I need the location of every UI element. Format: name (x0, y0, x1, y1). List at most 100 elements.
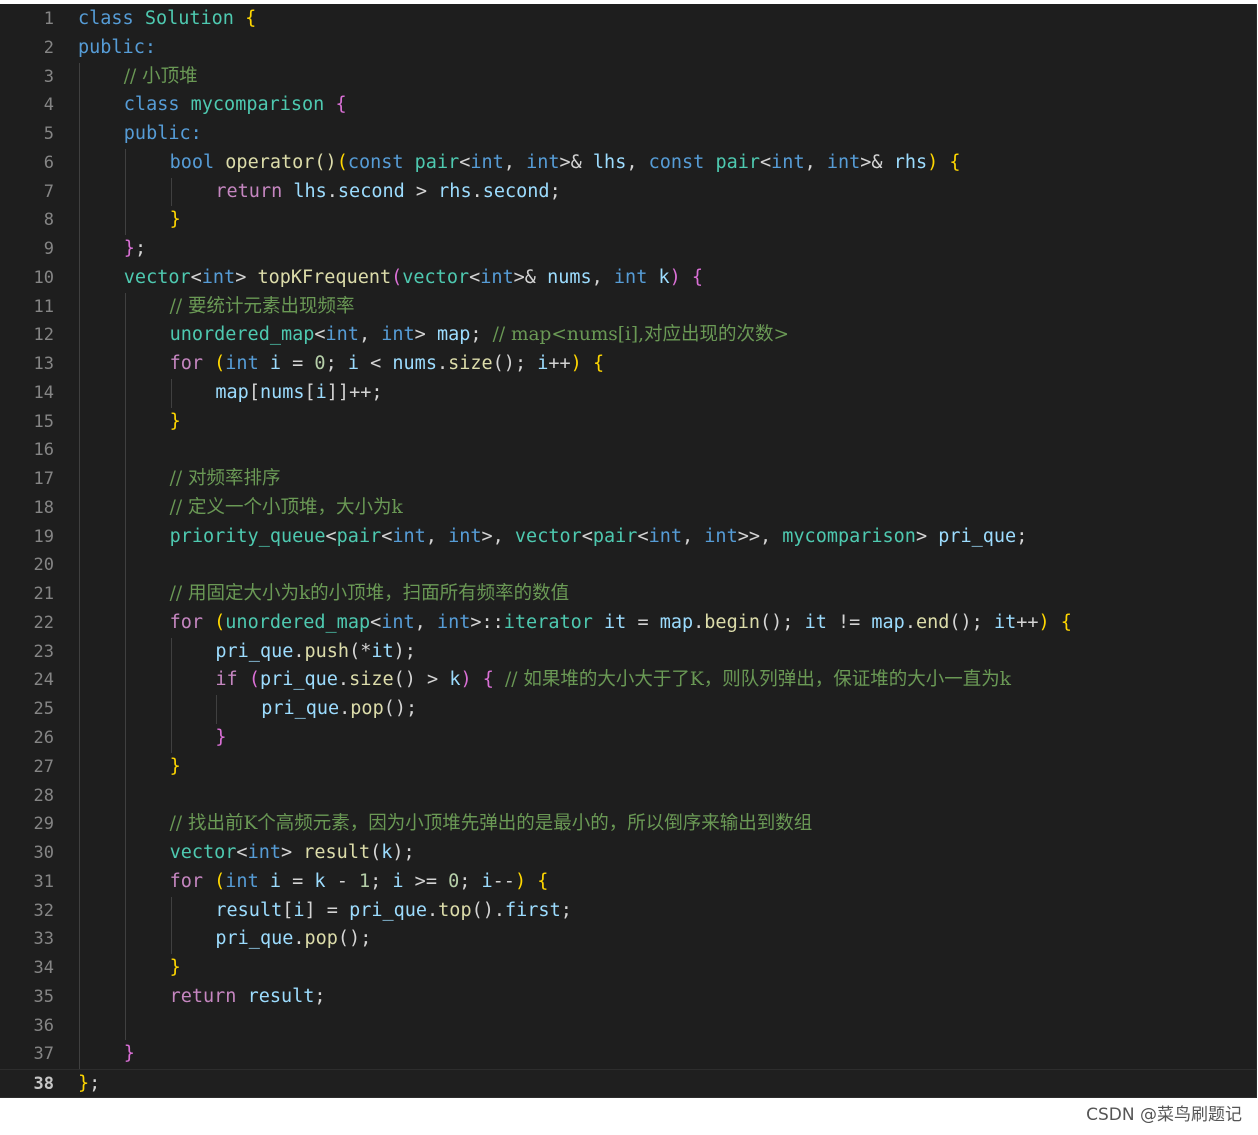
code-line[interactable]: 13 for (int i = 0; i < nums.size(); i++) … (0, 350, 1256, 379)
code-token: 1 (358, 870, 371, 892)
code-line[interactable]: 27} (0, 753, 1256, 782)
line-number: 36 (33, 1015, 54, 1036)
code-line[interactable]: 33 pri_que.pop(); (0, 925, 1256, 954)
code-line[interactable]: 15} (0, 408, 1256, 437)
code-text: result[i] = pri_que.top().first; (215, 897, 571, 926)
code-line[interactable]: 12 unordered_map<int, int> map; // map<nu… (0, 321, 1256, 350)
code-line[interactable]: 35 return result; (0, 983, 1256, 1012)
code-line[interactable]: 8} (0, 206, 1256, 235)
code-line[interactable]: 5 public: (0, 120, 1256, 149)
code-line[interactable]: 14 map[nums[i]]++; (0, 379, 1256, 408)
line-number: 23 (33, 641, 54, 662)
code-token: ; (459, 870, 482, 892)
code-token: , (804, 151, 827, 173)
code-token: . (326, 180, 338, 202)
code-token: . (471, 180, 483, 202)
line-number: 10 (33, 267, 54, 288)
indent-guide (124, 292, 126, 1041)
code-line[interactable]: 30 vector<int> result(k); (0, 839, 1256, 868)
code-line[interactable]: 4 class mycomparison { (0, 91, 1256, 120)
code-token: } (123, 1043, 135, 1065)
code-token: it (993, 611, 1017, 633)
code-token: k (449, 669, 461, 691)
code-text: // 用固定大小为k的小顶堆，扫面所有频率的数值 (170, 580, 570, 609)
code-line[interactable]: 24 if (pri_que.size() > k) { // 如果堆的大小大于了… (0, 666, 1256, 695)
code-token: it (604, 611, 627, 633)
code-line[interactable]: 11 // 要统计元素出现频率 (0, 293, 1256, 322)
code-token: it (804, 611, 827, 633)
code-line[interactable]: 26} (0, 724, 1256, 753)
code-token: result (215, 899, 283, 921)
code-line[interactable]: 6 bool operator()(const pair<int, int>& l… (0, 149, 1256, 178)
code-line[interactable]: 36 (0, 1012, 1256, 1041)
code-line[interactable]: 17 // 对频率排序 (0, 465, 1256, 494)
code-line[interactable]: 19 priority_queue<pair<int, int>, vector<… (0, 523, 1256, 552)
code-text: bool operator()(const pair<int, int>& lh… (170, 149, 961, 178)
code-line[interactable]: 20 (0, 551, 1256, 580)
line-number: 9 (43, 239, 54, 260)
code-line[interactable]: 7 return lhs.second > rhs.second; (0, 178, 1256, 207)
code-line[interactable]: 34} (0, 954, 1256, 983)
code-token: ; (134, 238, 147, 260)
code-token: } (169, 755, 181, 777)
code-token: i (392, 870, 404, 892)
code-token: nums (259, 381, 305, 403)
code-line[interactable]: 25 pri_que.pop(); (0, 695, 1256, 724)
code-line[interactable]: 21 // 用固定大小为k的小顶堆，扫面所有频率的数值 (0, 580, 1256, 609)
code-token: { (335, 94, 347, 116)
code-token: int (392, 525, 426, 547)
code-text: } (170, 206, 181, 235)
code-token: i (537, 353, 549, 375)
line-number: 22 (33, 612, 54, 633)
code-line[interactable]: 2 public: (0, 34, 1256, 63)
code-token: ; (314, 985, 326, 1007)
code-token: int (826, 151, 861, 173)
code-token: (* (349, 640, 372, 662)
line-number: 5 (43, 124, 54, 145)
code-token: { (537, 870, 549, 892)
code-token: first (505, 899, 561, 921)
code-line[interactable]: 28 (0, 782, 1256, 811)
code-token: for (169, 870, 204, 892)
code-line[interactable]: 16 (0, 436, 1256, 465)
code-line[interactable]: 9}; (0, 235, 1256, 264)
code-line[interactable]: 38}; (0, 1069, 1256, 1098)
code-token: 0 (314, 353, 326, 375)
code-token: } (169, 209, 181, 231)
code-token: // 如果堆的大小大于了K，则队列弹出，保证堆的大小一直为k (505, 669, 1011, 691)
code-line[interactable]: 29 // 找出前K个高频元素，因为小顶堆先弹出的是最小的，所以倒序来输出到数组 (0, 810, 1256, 839)
code-token: ( (214, 611, 226, 633)
code-line[interactable]: 3 // 小顶堆 (0, 63, 1256, 92)
code-token: int (436, 611, 471, 633)
code-token: >>, (737, 525, 783, 547)
code-token: >, (481, 525, 515, 547)
code-text: } (170, 753, 181, 782)
code-line[interactable]: 32 result[i] = pri_que.top().first; (0, 897, 1256, 926)
code-line[interactable]: 1 class Solution { (0, 5, 1256, 34)
code-text: pri_que.pop(); (215, 925, 371, 954)
code-line[interactable]: 23 pri_que.push(*it); (0, 638, 1256, 667)
code-token: rhs (438, 180, 472, 202)
code-text: pri_que.pop(); (261, 695, 417, 724)
line-number: 33 (33, 929, 54, 950)
code-token: . (904, 611, 916, 633)
code-line[interactable]: 18 // 定义一个小顶堆，大小为k (0, 494, 1256, 523)
code-token: (); (383, 698, 418, 720)
code-token: ++ (548, 353, 571, 375)
line-number: 19 (33, 526, 54, 547)
code-token: . (427, 899, 439, 921)
code-token: vector (169, 842, 237, 864)
code-line[interactable]: 22 for (unordered_map<int, int>::iterator… (0, 609, 1256, 638)
code-line[interactable]: 10 vector<int> topKFrequent(vector<int>& … (0, 264, 1256, 293)
code-token: pair (336, 525, 382, 547)
code-line[interactable]: 31 for (int i = k - 1; i >= 0; i--) { (0, 868, 1256, 897)
code-line[interactable]: 37} (0, 1040, 1256, 1069)
code-token: (); (760, 611, 805, 633)
code-editor[interactable]: 1 class Solution {2 public: 3// 小顶堆 4 class m… (0, 4, 1257, 1098)
code-token: int (247, 842, 281, 864)
line-number: 38 (33, 1074, 54, 1095)
code-token: lhs (592, 151, 627, 173)
